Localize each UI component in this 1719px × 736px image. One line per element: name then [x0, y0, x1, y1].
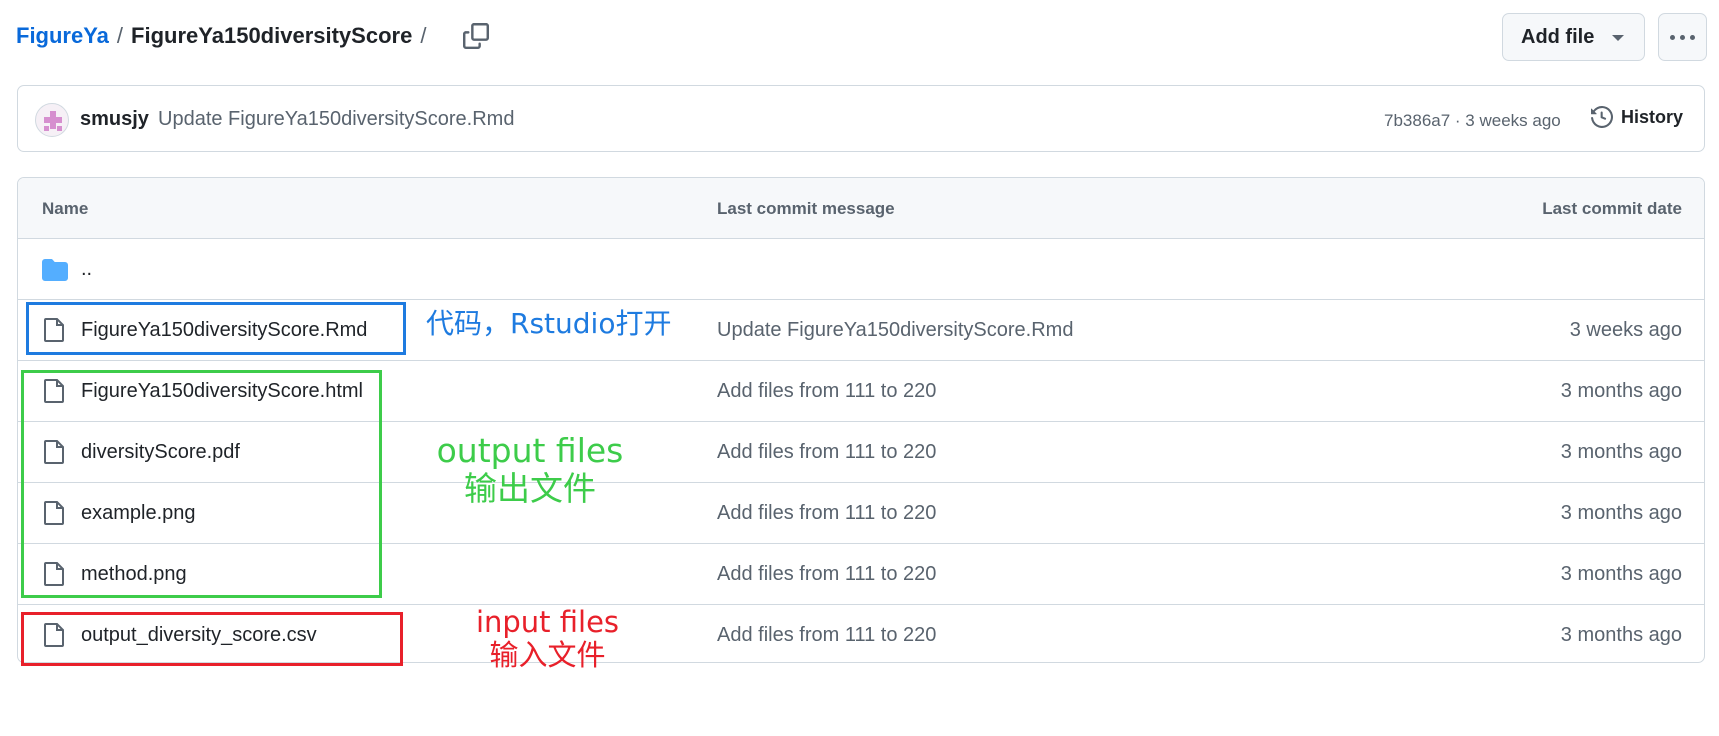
history-button[interactable]: History: [1591, 106, 1683, 128]
column-header-name: Name: [42, 199, 89, 218]
history-icon: [1591, 106, 1613, 128]
copy-path-button[interactable]: [460, 20, 492, 52]
row-commit-date: 3 months ago: [1560, 441, 1682, 463]
annotation-output-line2: 输出文件: [464, 468, 596, 508]
row-commit-message[interactable]: Add files from 111 to 220: [717, 380, 936, 403]
add-file-label: Add file: [1521, 25, 1595, 48]
annotation-output-line1: output files: [436, 431, 624, 470]
commit-author[interactable]: smusjy: [80, 108, 149, 131]
parent-directory-row[interactable]: ..: [18, 239, 1704, 300]
avatar[interactable]: [35, 103, 69, 137]
add-file-button[interactable]: Add file: [1502, 13, 1645, 61]
table-header: Name Last commit message Last commit dat…: [18, 178, 1704, 239]
repo-header: FigureYa / FigureYa150diversityScore / A…: [0, 0, 1719, 76]
parent-directory-link[interactable]: ..: [81, 258, 92, 281]
latest-commit-bar: smusjy Update FigureYa150diversityScore.…: [17, 85, 1705, 152]
row-commit-message[interactable]: Update FigureYa150diversityScore.Rmd: [717, 319, 1073, 342]
annotation-output-label: output files 输出文件: [420, 432, 640, 508]
row-commit-message[interactable]: Add files from 111 to 220: [717, 441, 936, 464]
kebab-dot-icon: [1690, 34, 1695, 40]
annotation-input-box: [21, 612, 403, 666]
row-commit-message[interactable]: Add files from 111 to 220: [717, 563, 936, 586]
commit-sha-and-time[interactable]: 7b386a7 · 3 weeks ago: [1384, 111, 1561, 131]
breadcrumb-separator: /: [116, 23, 124, 48]
caret-down-icon: [1612, 35, 1624, 41]
breadcrumb: FigureYa / FigureYa150diversityScore /: [16, 20, 492, 52]
kebab-dot-icon: [1680, 34, 1685, 40]
annotation-input-label: input files 输入文件: [470, 605, 625, 673]
row-commit-date: 3 months ago: [1560, 502, 1682, 524]
breadcrumb-current-folder: FigureYa150diversityScore: [131, 23, 413, 48]
annotation-code-label: 代码，Rstudio打开: [426, 307, 672, 340]
annotation-output-box: [21, 370, 382, 598]
annotation-code-box: [26, 302, 406, 355]
commit-message[interactable]: Update FigureYa150diversityScore.Rmd: [158, 108, 514, 131]
history-label: History: [1621, 106, 1684, 127]
row-commit-date: 3 weeks ago: [1569, 319, 1682, 341]
column-header-message: Last commit message: [717, 199, 895, 218]
annotation-input-line2: 输入文件: [489, 638, 606, 673]
row-commit-date: 3 months ago: [1560, 380, 1682, 402]
breadcrumb-repo-link[interactable]: FigureYa: [16, 23, 109, 49]
annotation-input-line1: input files: [475, 605, 620, 639]
identicon-icon: [44, 111, 62, 131]
copy-icon: [463, 23, 490, 49]
row-commit-date: 3 months ago: [1560, 563, 1682, 585]
breadcrumb-trailing-separator: /: [420, 23, 427, 48]
kebab-dot-icon: [1670, 34, 1675, 40]
column-header-date: Last commit date: [1542, 199, 1682, 218]
folder-icon: [42, 259, 68, 281]
row-commit-date: 3 months ago: [1560, 624, 1682, 646]
more-options-button[interactable]: [1658, 13, 1707, 61]
row-commit-message[interactable]: Add files from 111 to 220: [717, 502, 936, 525]
row-commit-message[interactable]: Add files from 111 to 220: [717, 624, 936, 647]
